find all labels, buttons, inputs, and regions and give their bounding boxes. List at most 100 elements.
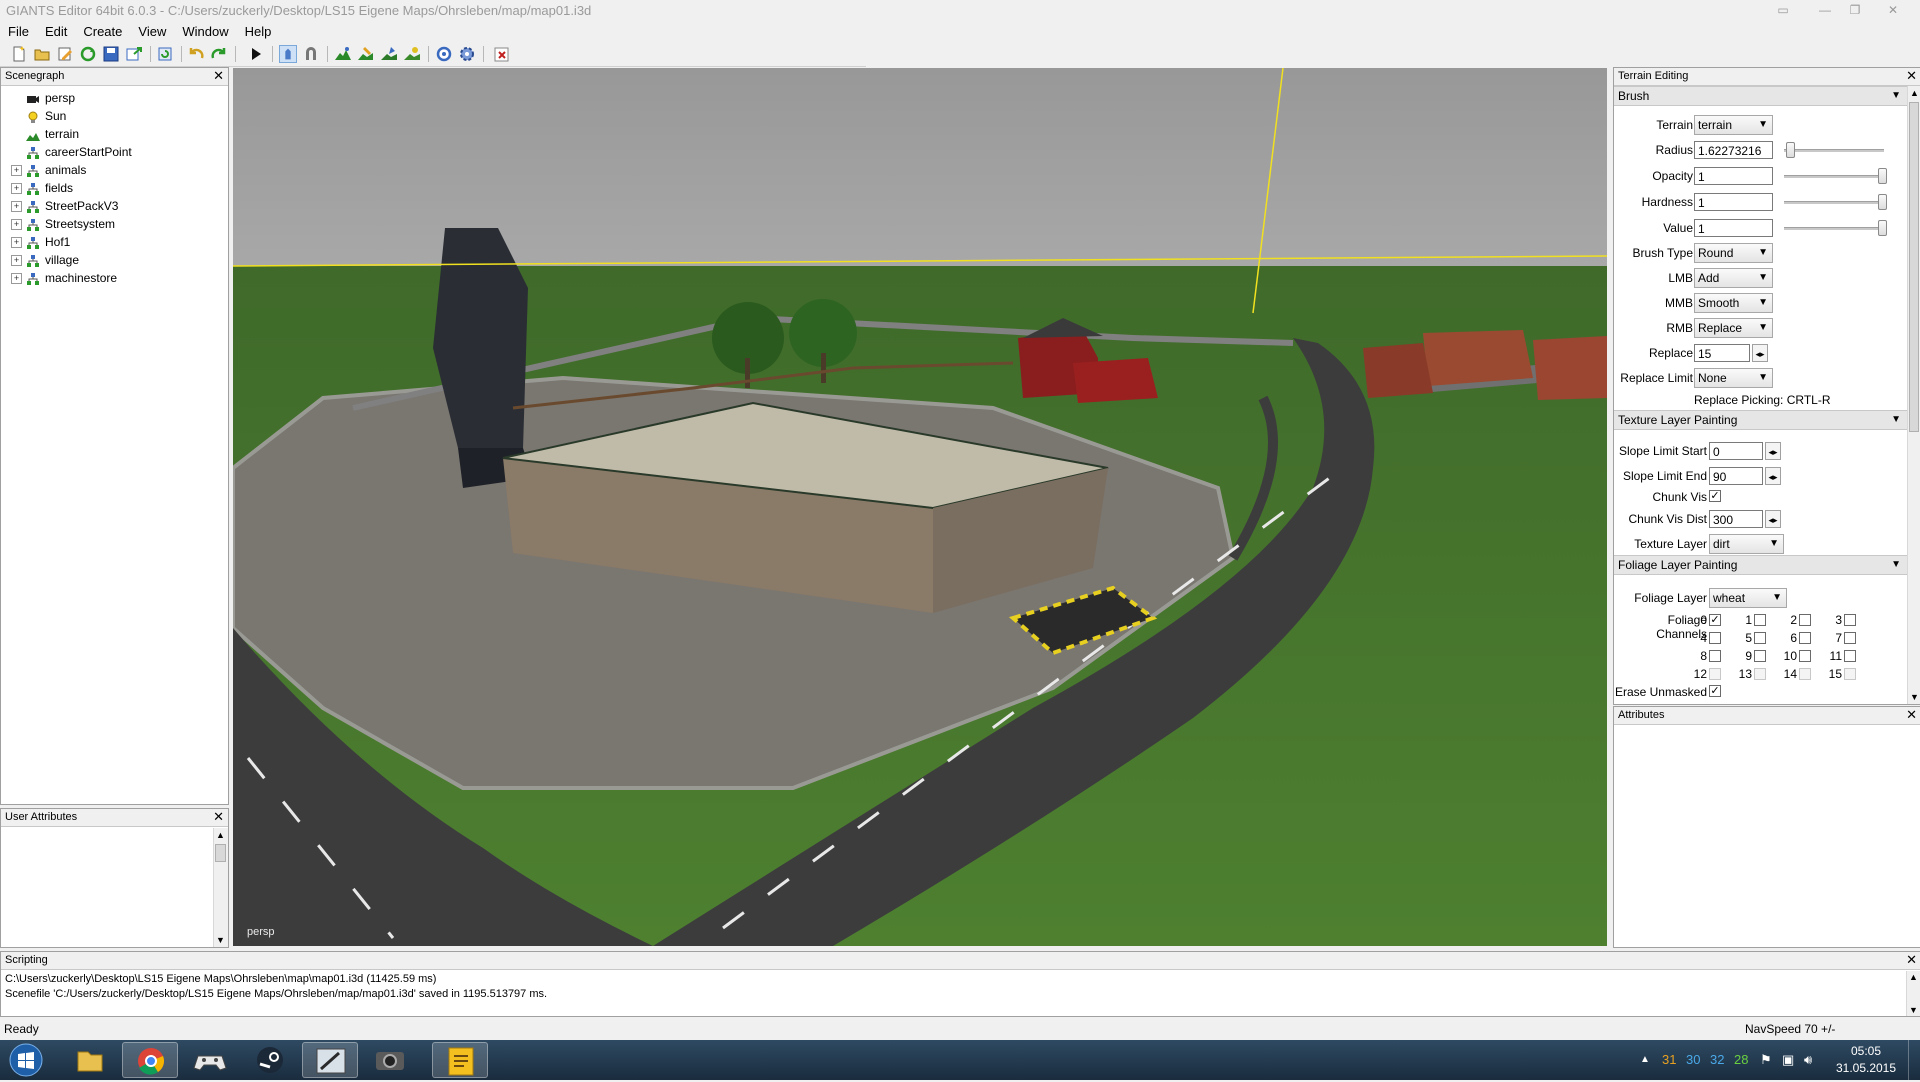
opacity-field[interactable]: 1 — [1694, 167, 1773, 185]
foliage-channel-checkbox[interactable] — [1844, 614, 1856, 626]
redo-icon[interactable] — [210, 45, 228, 63]
scrollbar-thumb[interactable] — [215, 844, 226, 862]
expand-icon[interactable]: + — [11, 219, 22, 231]
replace-field[interactable]: 15 — [1694, 344, 1750, 362]
edit-icon[interactable] — [56, 45, 74, 63]
reload-icon[interactable] — [79, 45, 97, 63]
volume-icon[interactable]: 🔊︎ — [1804, 1052, 1812, 1068]
lmb-select[interactable]: Add ▼ — [1694, 268, 1773, 288]
foliage-channel-checkbox[interactable] — [1844, 650, 1856, 662]
scrollbar-thumb[interactable] — [1909, 102, 1919, 432]
hardness-slider-track[interactable] — [1784, 201, 1884, 204]
menu-create[interactable]: Create — [75, 22, 130, 39]
tray-expand-icon[interactable]: ▲ — [1640, 1054, 1650, 1065]
foliage-channel-checkbox[interactable] — [1754, 632, 1766, 644]
scenegraph-item-fields[interactable]: + fields — [11, 179, 73, 197]
scenegraph-item-animals[interactable]: + animals — [11, 161, 86, 179]
foliage-section-header[interactable]: Foliage Layer Painting ▼ — [1614, 555, 1907, 575]
3d-viewport[interactable]: persp — [233, 68, 1607, 946]
windows-start-icon[interactable] — [0, 1042, 52, 1078]
select-mode-icon[interactable] — [279, 45, 297, 63]
scroll-down-icon[interactable]: ▼ — [1910, 692, 1919, 702]
scenegraph-item-persp[interactable]: persp — [11, 89, 75, 107]
collapse-triangle-icon[interactable]: ▼ — [1891, 87, 1901, 105]
flag-icon[interactable]: ⚑ — [1760, 1052, 1772, 1068]
refresh-icon[interactable] — [156, 45, 174, 63]
close-icon[interactable]: ✕ — [1906, 68, 1917, 84]
foliage-channel-checkbox[interactable] — [1799, 614, 1811, 626]
scroll-up-icon[interactable]: ▲ — [1909, 972, 1918, 982]
file-explorer-icon[interactable] — [62, 1042, 118, 1078]
menu-view[interactable]: View — [130, 22, 174, 39]
scenegraph-item-sun[interactable]: Sun — [11, 107, 66, 125]
brush-section-header[interactable]: Brush ▼ — [1614, 86, 1907, 106]
snap-settings-icon[interactable] — [435, 45, 453, 63]
scenegraph-item-village[interactable]: + village — [11, 251, 79, 269]
scenegraph-item-machinestore[interactable]: + machinestore — [11, 269, 117, 287]
decal-tool-icon[interactable] — [403, 45, 421, 63]
open-folder-icon[interactable] — [33, 45, 51, 63]
vertical-scrollbar[interactable]: ▲ ▼ — [1906, 971, 1920, 1016]
opacity-slider-thumb[interactable] — [1878, 168, 1887, 184]
minimize-button[interactable]: — — [1812, 2, 1838, 18]
play-icon[interactable] — [247, 45, 265, 63]
foliage-layer-select[interactable]: wheat ▼ — [1709, 588, 1787, 608]
rmb-select[interactable]: Replace ▼ — [1694, 318, 1773, 338]
foliage-channel-checkbox[interactable] — [1709, 632, 1721, 644]
expand-icon[interactable]: + — [11, 237, 22, 249]
giants-editor-icon[interactable] — [302, 1042, 358, 1078]
terrain-tool-icon[interactable] — [334, 45, 352, 63]
expand-icon[interactable]: + — [11, 201, 22, 213]
foliage-tool-icon[interactable] — [380, 45, 398, 63]
expand-icon[interactable]: + — [11, 183, 22, 195]
save-icon[interactable] — [102, 45, 120, 63]
network-icon[interactable]: ▣ — [1782, 1052, 1794, 1068]
vertical-scrollbar[interactable]: ▲ ▼ — [213, 828, 228, 947]
menu-file[interactable]: File — [0, 22, 37, 39]
scroll-down-icon[interactable]: ▼ — [216, 935, 225, 945]
expand-icon[interactable]: + — [11, 255, 22, 267]
foliage-channel-checkbox[interactable] — [1799, 650, 1811, 662]
scroll-down-icon[interactable]: ▼ — [1909, 1005, 1918, 1015]
close-icon[interactable]: ✕ — [1906, 707, 1917, 723]
vertical-scrollbar[interactable]: ▲ ▼ — [1907, 86, 1920, 704]
paint-tool-icon[interactable] — [357, 45, 375, 63]
steam-icon[interactable] — [242, 1042, 298, 1078]
replace-spinner-icon[interactable]: ◂▸ — [1752, 344, 1768, 362]
texture-section-header[interactable]: Texture Layer Painting ▼ — [1614, 410, 1907, 430]
mmb-select[interactable]: Smooth ▼ — [1694, 293, 1773, 313]
foliage-channel-checkbox[interactable] — [1799, 632, 1811, 644]
show-desktop-button[interactable] — [1908, 1040, 1920, 1080]
chrome-icon[interactable] — [122, 1042, 178, 1078]
menu-edit[interactable]: Edit — [37, 22, 75, 39]
scenegraph-item-careerstartpoint[interactable]: careerStartPoint — [11, 143, 132, 161]
chunk-vis-checkbox[interactable]: ✓ — [1709, 490, 1721, 502]
camera-app-icon[interactable] — [362, 1042, 418, 1078]
replace-limit-select[interactable]: None ▼ — [1694, 368, 1773, 388]
foliage-channel-checkbox[interactable] — [1844, 632, 1856, 644]
value-slider-track[interactable] — [1784, 227, 1884, 230]
new-file-icon[interactable] — [10, 45, 28, 63]
scroll-up-icon[interactable]: ▲ — [1910, 88, 1919, 98]
export-tool-icon[interactable] — [493, 45, 511, 63]
game-controller-icon[interactable] — [182, 1042, 238, 1078]
foliage-channel-checkbox[interactable] — [1754, 650, 1766, 662]
radius-slider-thumb[interactable] — [1786, 142, 1795, 158]
foliage-channel-checkbox[interactable] — [1709, 650, 1721, 662]
close-icon[interactable]: ✕ — [213, 809, 224, 825]
expand-icon[interactable]: + — [11, 273, 22, 285]
undo-icon[interactable] — [187, 45, 205, 63]
clock-date[interactable]: 31.05.2015 — [1834, 1061, 1898, 1075]
export-icon[interactable] — [125, 45, 143, 63]
close-icon[interactable]: ✕ — [1906, 952, 1917, 968]
menu-help[interactable]: Help — [237, 22, 280, 39]
close-icon[interactable]: ✕ — [213, 68, 224, 84]
chunk-vis-dist-field[interactable]: 300 — [1709, 510, 1763, 528]
settings-gear-icon[interactable] — [458, 45, 476, 63]
scenegraph-item-streetpackv3[interactable]: + StreetPackV3 — [11, 197, 118, 215]
notes-app-icon[interactable] — [432, 1042, 488, 1078]
close-button[interactable]: ✕ — [1880, 2, 1906, 18]
chunk-vis-dist-spinner-icon[interactable]: ◂▸ — [1765, 510, 1781, 528]
scroll-up-icon[interactable]: ▲ — [216, 830, 225, 840]
screen-icon[interactable]: ▭ — [1770, 2, 1796, 18]
